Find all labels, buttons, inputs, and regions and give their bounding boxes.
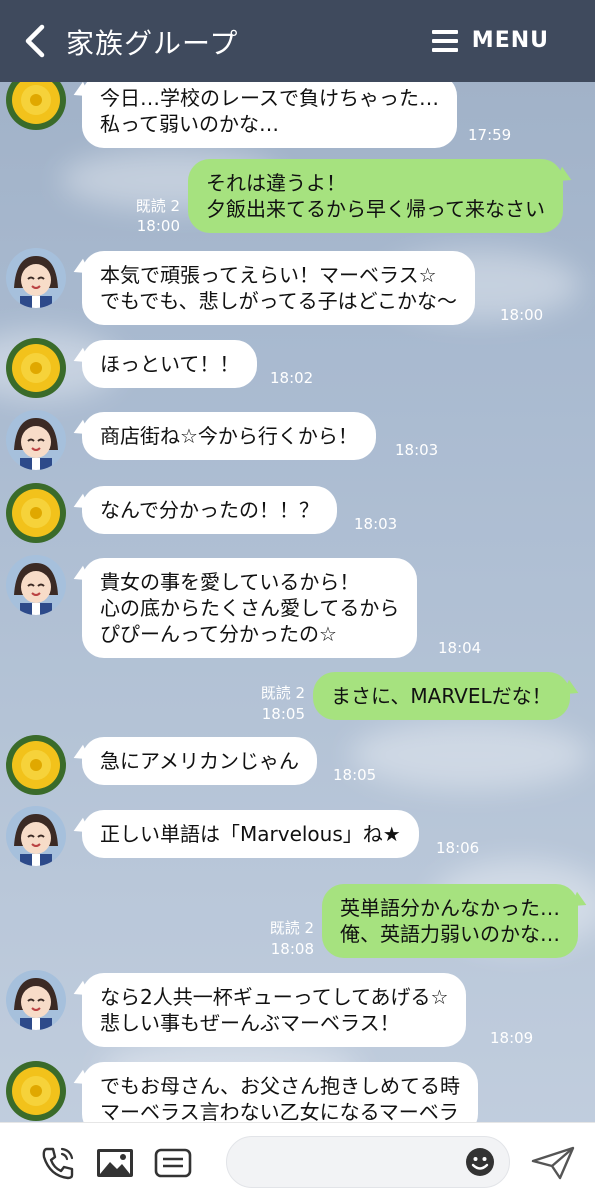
message-time: 18:09 [490,1029,534,1047]
message-bubble[interactable]: 商店街ね☆今から行くから！ [82,412,376,460]
smiley-icon[interactable] [465,1147,495,1177]
message-bubble[interactable]: 本気で頑張ってえらい！マーベラス☆ でもでも、悲しがってる子はどこかな〜 [82,251,475,325]
chat-title: 家族グループ [66,27,239,60]
avatar-dandelion[interactable] [6,1061,66,1121]
message-bubble[interactable]: でもお母さん、お父さん抱きしめてる時 マーベラス言わない乙女になるマーベラ [82,1062,478,1122]
message-time: 18:03 [395,441,439,459]
chat-header: 家族グループ MENU [0,0,595,82]
avatar-girl[interactable] [6,806,66,866]
hamburger-icon [431,29,458,52]
image-icon[interactable] [95,1145,135,1181]
avatar-girl[interactable] [6,248,66,308]
message-time: 18:08 [270,940,314,958]
read-receipt: 既読 2 [135,197,180,215]
message-time: 18:06 [436,839,480,857]
message-bubble[interactable]: 正しい単語は「Marvelous」ね★ [82,810,419,858]
paper-plane-icon[interactable] [530,1145,576,1181]
avatar-dandelion[interactable] [6,483,66,543]
menu-label: MENU [471,28,549,53]
avatar-dandelion[interactable] [6,338,66,398]
message-time: 18:04 [438,639,482,657]
message-time: 18:02 [270,369,314,387]
chat-area[interactable]: 今日…学校のレースで負けちゃった… 私って弱いのかな… 17:59 既読 2 1… [0,0,595,1122]
message-time: 18:00 [500,306,544,324]
message-time: 18:03 [354,515,398,533]
menu-button[interactable]: MENU [431,28,549,53]
message-bubble[interactable]: それは違うよ！ 夕飯出来てるから早く帰って来なさい [188,159,563,233]
list-icon[interactable] [153,1145,193,1181]
message-bubble[interactable]: 急にアメリカンじゃん [82,737,317,785]
phone-icon[interactable] [38,1145,78,1181]
message-time: 17:59 [468,126,512,144]
message-bubble[interactable]: ほっといて！！ [82,340,258,388]
message-input[interactable] [226,1136,510,1188]
avatar-girl[interactable] [6,970,66,1030]
message-time: 18:05 [333,766,377,784]
input-bar [0,1122,595,1200]
avatar-girl[interactable] [6,555,66,615]
avatar-dandelion[interactable] [6,735,66,795]
message-time: 18:05 [261,705,305,723]
chevron-left-icon[interactable] [20,24,50,58]
message-bubble[interactable]: 英単語分かんなかった… 俺、英語力弱いのかな… [322,884,578,958]
message-bubble[interactable]: なら2人共一杯ギューってしてあげる☆ 悲しい事もぜーんぶマーベラス！ [82,973,467,1047]
message-bubble[interactable]: 貴女の事を愛しているから！ 心の底からたくさん愛してるから ぴぴーんって分かった… [82,558,418,658]
avatar-girl[interactable] [6,410,66,470]
message-bubble[interactable]: 今日…学校のレースで負けちゃった… 私って弱いのかな… [82,74,457,148]
read-receipt: 既読 2 [260,684,305,702]
message-time: 18:00 [136,217,180,235]
message-bubble[interactable]: なんで分かったの！！？ [82,486,337,534]
read-receipt: 既読 2 [269,919,314,937]
message-bubble[interactable]: まさに、MARVELだな！ [313,672,570,720]
